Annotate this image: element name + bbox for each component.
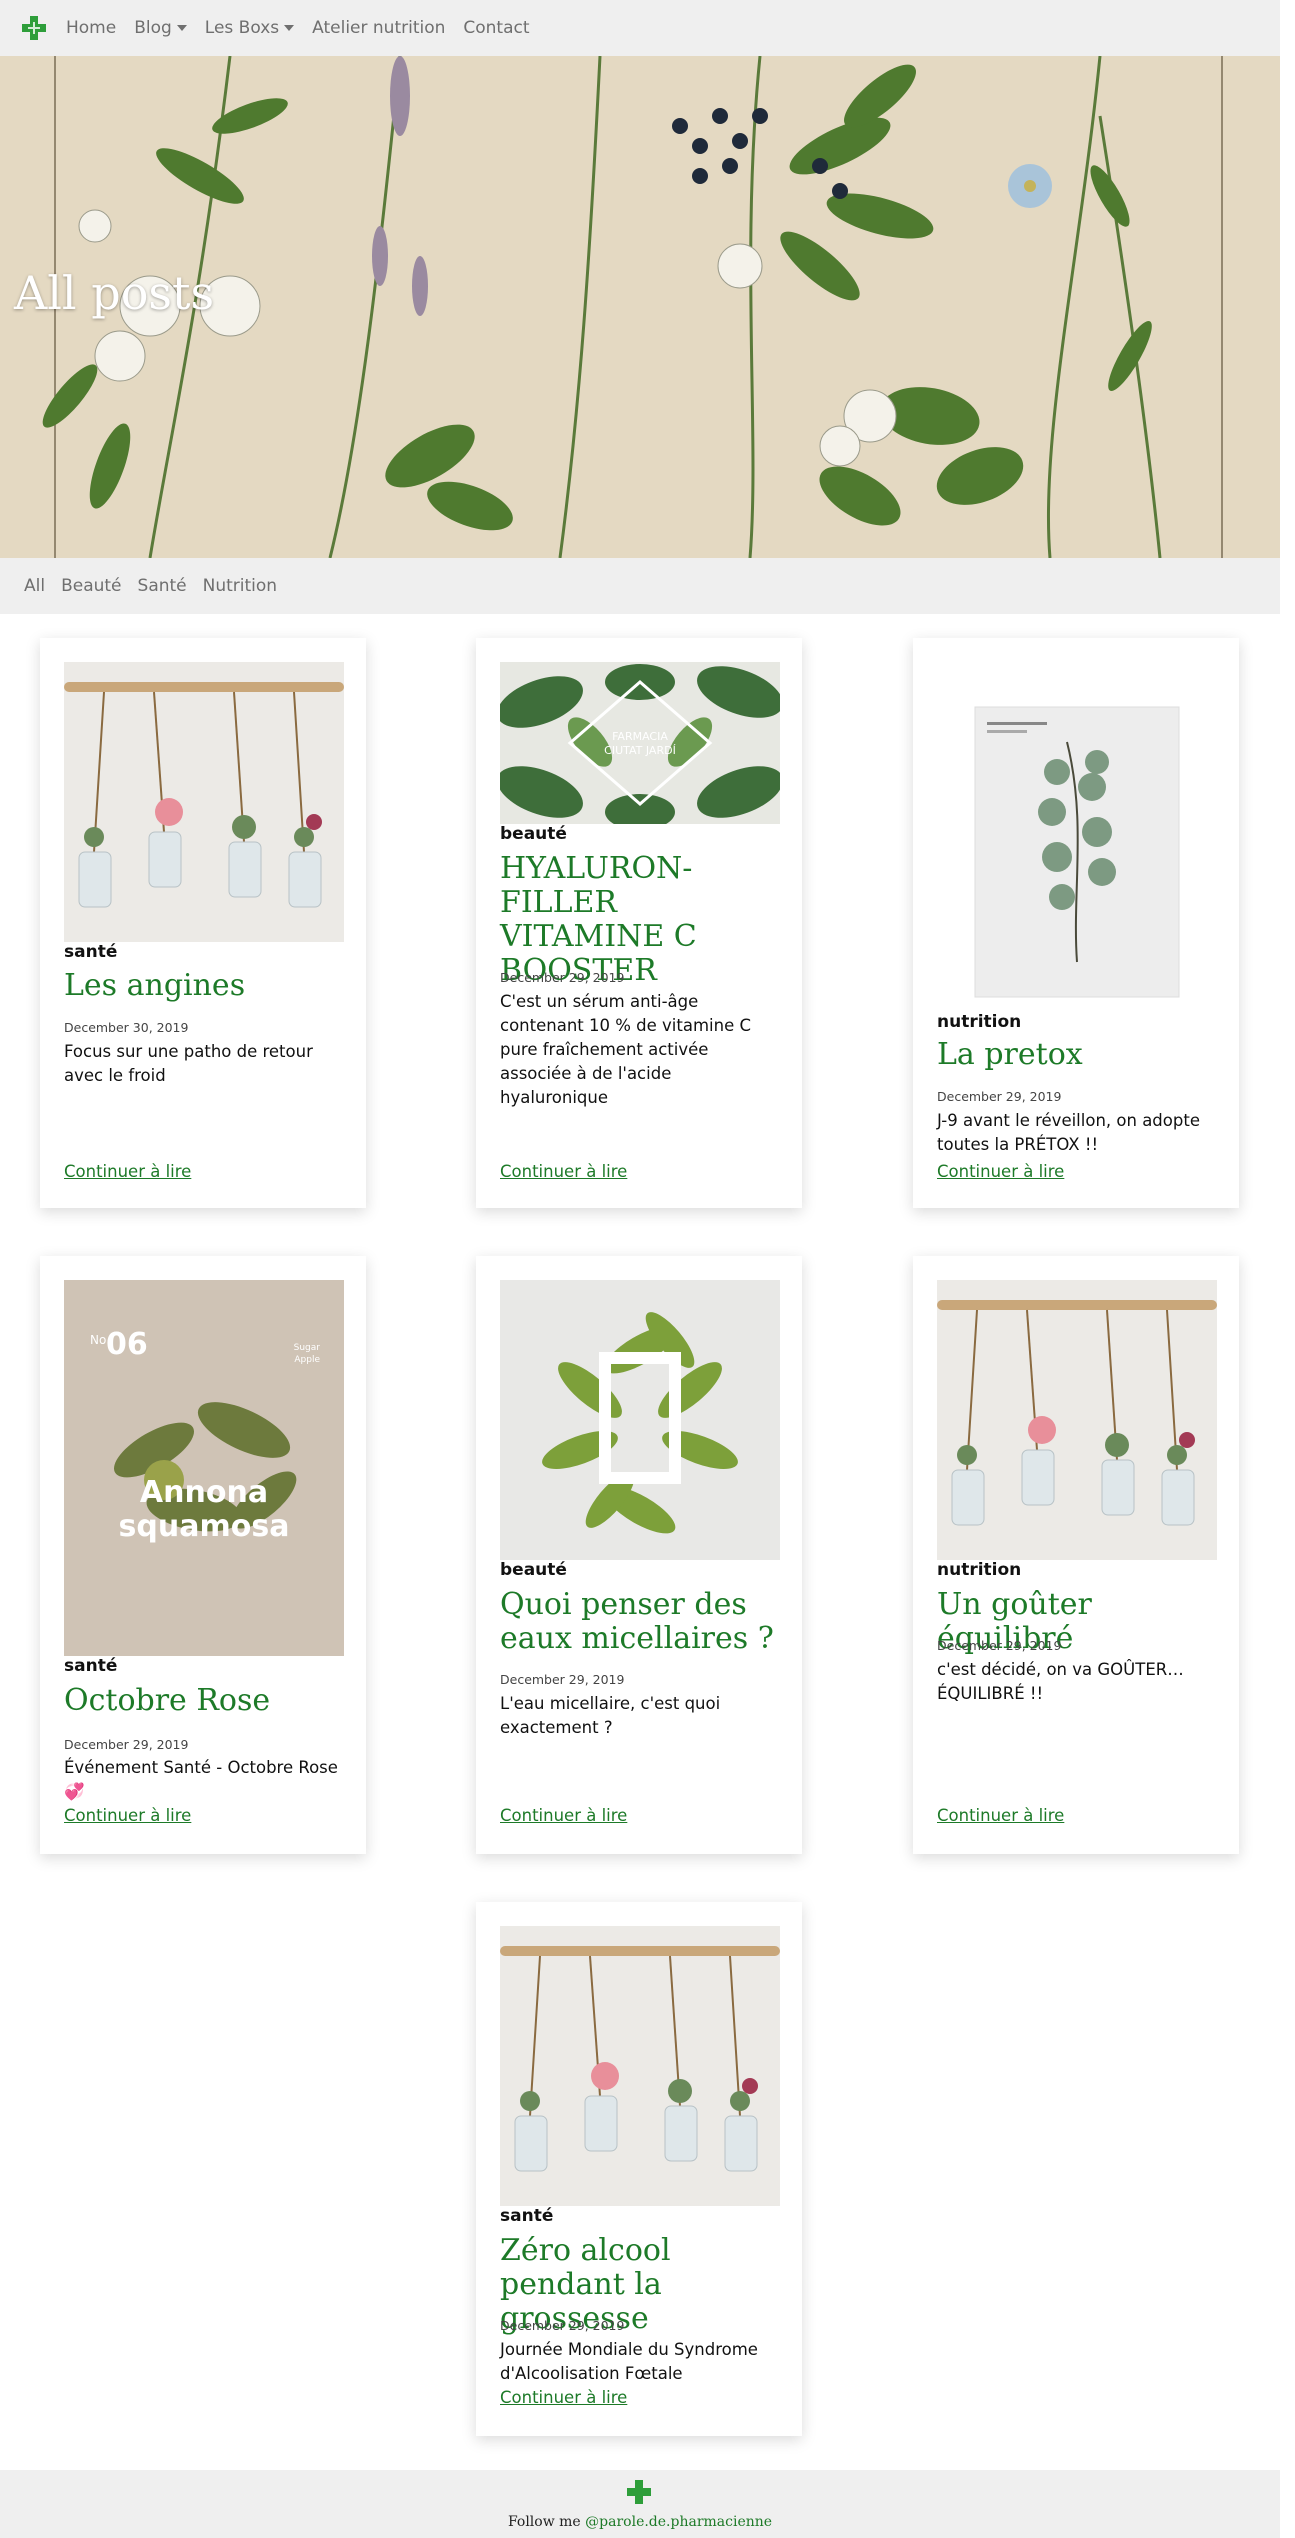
post-category: beauté bbox=[500, 824, 567, 844]
nav-item-label: Les Boxs bbox=[204, 18, 280, 38]
footer-label: Follow me bbox=[507, 2514, 581, 2530]
read-more-link[interactable]: Continuer à lire bbox=[64, 1162, 191, 1181]
logo-text-top: FARMACIA bbox=[612, 730, 668, 743]
filter-nutrition[interactable]: Nutrition bbox=[203, 576, 277, 596]
post-category: santé bbox=[64, 1656, 118, 1676]
post-category: nutrition bbox=[937, 1560, 1022, 1580]
filter-all[interactable]: All bbox=[24, 576, 45, 596]
poster-no-label: No bbox=[90, 1333, 106, 1347]
post-excerpt: C'est un sérum anti-âge contenant 10 % d… bbox=[500, 992, 751, 1107]
read-more-link[interactable]: Continuer à lire bbox=[500, 1162, 627, 1181]
footer: Follow me @parole.de.pharmacienne bbox=[0, 2470, 1280, 2538]
post-date: December 29, 2019 bbox=[64, 1737, 189, 1752]
post-excerpt: Événement Santé - Octobre Rose 💞 bbox=[64, 1758, 338, 1801]
post-category: santé bbox=[500, 2206, 554, 2226]
nav-item-les-boxs[interactable]: Les Boxs bbox=[204, 18, 295, 38]
post-image-hanging-jars[interactable] bbox=[500, 1926, 780, 2206]
read-more-link[interactable]: Continuer à lire bbox=[937, 1806, 1064, 1825]
nav-item-label: Home bbox=[66, 18, 117, 38]
logo-text-main: CIUTAT JARDÍ bbox=[604, 744, 676, 757]
caret-down-icon bbox=[176, 25, 187, 31]
read-more-link[interactable]: Continuer à lire bbox=[937, 1162, 1064, 1181]
post-title[interactable]: Les angines bbox=[64, 969, 348, 1003]
pharmacy-cross-icon bbox=[627, 2480, 651, 2504]
footer-follow-text: Follow me @parole.de.pharmacienne bbox=[0, 2514, 1280, 2530]
post-title[interactable]: La pretox bbox=[937, 1038, 1221, 1072]
poster-title: squamosa bbox=[119, 1509, 290, 1544]
instagram-handle-link[interactable]: @parole.de.pharmacienne bbox=[585, 2514, 772, 2530]
post-image-eucalyptus[interactable] bbox=[937, 662, 1217, 1012]
post-excerpt: L'eau micellaire, c'est quoi exactement … bbox=[500, 1694, 721, 1737]
post-title[interactable]: HYALURON-FILLER VITAMINE C BOOSTER bbox=[500, 852, 784, 988]
poster-number: 06 bbox=[106, 1327, 148, 1362]
post-date: December 30, 2019 bbox=[64, 1020, 189, 1035]
post-card: nutrition Un goûter équilibré December 2… bbox=[913, 1256, 1239, 1854]
poster-title: Annona bbox=[140, 1475, 268, 1510]
post-card: nutrition La pretox December 29, 2019 J-… bbox=[913, 638, 1239, 1208]
post-excerpt: c'est décidé, on va GOÛTER… ÉQUILIBRÉ !! bbox=[937, 1660, 1184, 1703]
post-category: beauté bbox=[500, 1560, 567, 1580]
poster-caption: Sugar bbox=[294, 1343, 321, 1353]
post-card: FARMACIA CIUTAT JARDÍ beauté HYALURON-FIL… bbox=[476, 638, 802, 1208]
post-card: beauté Quoi penser des eaux micellaires … bbox=[476, 1256, 802, 1854]
post-date: December 29, 2019 bbox=[500, 970, 625, 985]
post-category: nutrition bbox=[937, 1012, 1022, 1032]
page-title: All posts bbox=[14, 266, 215, 320]
post-card: santé Les angines December 30, 2019 Focu… bbox=[40, 638, 366, 1208]
post-title[interactable]: Quoi penser des eaux micellaires ? bbox=[500, 1588, 784, 1656]
nav-item-contact[interactable]: Contact bbox=[463, 18, 529, 38]
read-more-link[interactable]: Continuer à lire bbox=[500, 2388, 627, 2407]
nav-item-label: Blog bbox=[134, 18, 172, 38]
post-image-hanging-jars[interactable] bbox=[937, 1280, 1217, 1560]
post-excerpt: J-9 avant le réveillon, on adopte toutes… bbox=[937, 1111, 1200, 1154]
post-date: December 29, 2019 bbox=[500, 1672, 625, 1687]
post-category: santé bbox=[64, 942, 118, 962]
nav-item-label: Contact bbox=[463, 18, 530, 38]
nav-item-atelier-nutrition[interactable]: Atelier nutrition bbox=[312, 18, 445, 38]
navbar: Home Blog Les Boxs Atelier nutrition Con… bbox=[0, 0, 1280, 56]
filter-beaute[interactable]: Beauté bbox=[61, 576, 121, 596]
post-date: December 29, 2019 bbox=[937, 1638, 1062, 1653]
poster-caption: Apple bbox=[294, 1355, 320, 1365]
filter-sante[interactable]: Santé bbox=[138, 576, 187, 596]
post-image-leaves-frame[interactable] bbox=[500, 1280, 780, 1560]
hero-banner: All posts bbox=[0, 56, 1280, 558]
nav-menu: Home Blog Les Boxs Atelier nutrition Con… bbox=[66, 0, 530, 56]
post-date: December 29, 2019 bbox=[500, 2318, 625, 2333]
post-card: No 06 Sugar Apple Annona squamosa santé Octob… bbox=[40, 1256, 366, 1854]
pharmacy-cross-icon[interactable] bbox=[20, 14, 48, 42]
post-excerpt: Focus sur une patho de retour avec le fr… bbox=[64, 1042, 313, 1085]
caret-down-icon bbox=[284, 25, 295, 31]
post-image-annona-squamosa[interactable]: No 06 Sugar Apple Annona squamosa bbox=[64, 1280, 344, 1656]
nav-item-label: Atelier nutrition bbox=[312, 18, 446, 38]
post-image-hanging-jars[interactable] bbox=[64, 662, 344, 942]
nav-item-blog[interactable]: Blog bbox=[134, 18, 187, 38]
read-more-link[interactable]: Continuer à lire bbox=[64, 1806, 191, 1825]
post-excerpt: Journée Mondiale du Syndrome d'Alcoolisa… bbox=[500, 2340, 758, 2383]
read-more-link[interactable]: Continuer à lire bbox=[500, 1806, 627, 1825]
nav-item-home[interactable]: Home bbox=[66, 18, 116, 38]
post-card: santé Zéro alcool pendant la grossesse D… bbox=[476, 1902, 802, 2436]
post-date: December 29, 2019 bbox=[937, 1089, 1062, 1104]
post-image-ciutat-jardi[interactable]: FARMACIA CIUTAT JARDÍ bbox=[500, 662, 780, 824]
category-filter-bar: All Beauté Santé Nutrition bbox=[0, 558, 1280, 614]
post-title[interactable]: Octobre Rose bbox=[64, 1684, 348, 1718]
